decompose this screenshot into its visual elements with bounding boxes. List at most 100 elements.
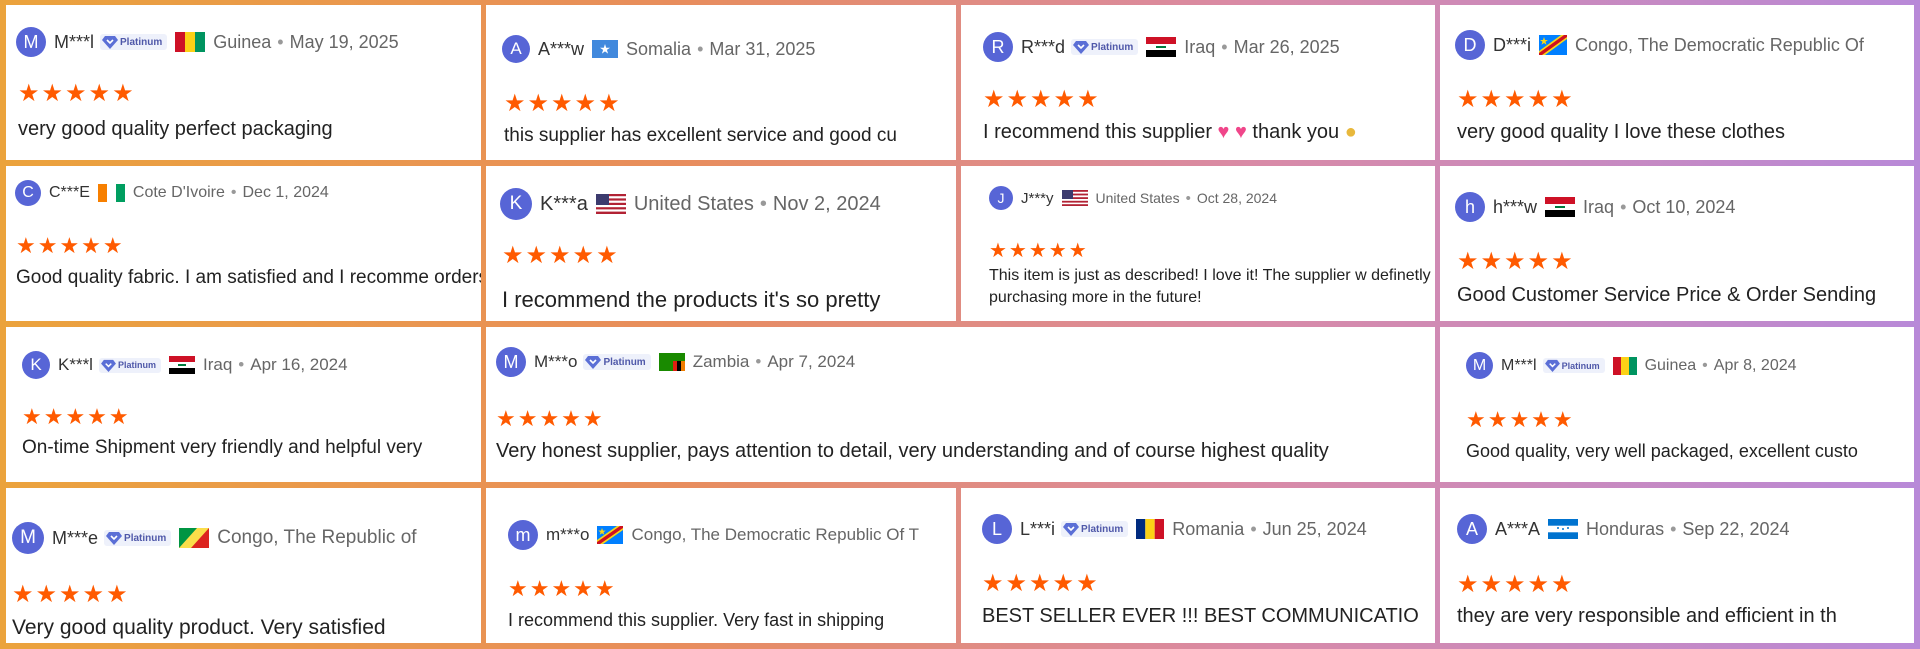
review-date: Apr 7, 2024 xyxy=(767,352,856,371)
avatar: L xyxy=(982,514,1012,544)
review-header: m m***o Congo, The Democratic Republic O… xyxy=(508,520,956,550)
review-text: BEST SELLER EVER !!! BEST COMMUNICATIO xyxy=(982,605,1419,627)
avatar: K xyxy=(500,188,532,220)
country: Iraq xyxy=(1583,196,1615,217)
review-header: L L***i Platinum Romania • Jun 25, 2024 xyxy=(982,514,1435,544)
review-text: Very good quality product. Very satisfie… xyxy=(12,616,386,639)
platinum-badge: Platinum xyxy=(1542,358,1605,373)
star-rating: ★★★★★ xyxy=(18,80,136,107)
country: Congo, The Democratic Republic Of xyxy=(1575,34,1864,55)
review-date: Dec 1, 2024 xyxy=(242,184,329,201)
flag-icon xyxy=(592,40,619,58)
avatar: D xyxy=(1455,30,1485,60)
reviewer-name: J***y xyxy=(1021,189,1054,207)
separator-dot: • xyxy=(230,184,237,201)
avatar: K xyxy=(22,351,50,379)
reviewer-name: M***e xyxy=(52,527,99,548)
star-rating: ★★★★★ xyxy=(982,570,1100,597)
review-date: Mar 31, 2025 xyxy=(709,38,816,59)
review-text-part: thank you xyxy=(1252,121,1340,143)
review-text: This item is just as described! I love i… xyxy=(989,267,1435,306)
badge-label: Platinum xyxy=(124,532,167,544)
star-rating: ★★★★★ xyxy=(1457,248,1575,275)
reviewer-name: A***w xyxy=(538,38,585,59)
review-date: Oct 10, 2024 xyxy=(1632,196,1736,217)
badge-label: Platinum xyxy=(120,36,163,48)
country: United States xyxy=(1095,190,1180,206)
diamond-icon xyxy=(102,36,119,49)
review-card: K K***l Platinum Iraq • Apr 16, 2024 ★★★… xyxy=(6,327,481,482)
diamond-icon xyxy=(1544,359,1560,372)
diamond-icon xyxy=(1073,41,1090,54)
reviewer-name: m***o xyxy=(546,525,590,544)
avatar: J xyxy=(989,186,1013,210)
star-rating: ★★★★★ xyxy=(983,86,1101,113)
review-header: h h***w Iraq • Oct 10, 2024 xyxy=(1455,192,1914,222)
separator-dot: • xyxy=(1221,36,1228,57)
separator-dot: • xyxy=(1702,356,1708,374)
flag-icon xyxy=(175,32,206,52)
flag-icon xyxy=(168,356,195,374)
review-card: A A***w Somalia • Mar 31, 2025 ★★★★★ thi… xyxy=(486,5,956,160)
star-rating: ★★★★★ xyxy=(504,90,622,117)
separator-dot: • xyxy=(1620,196,1627,217)
country: Iraq xyxy=(1184,36,1216,57)
review-card: M M***l Platinum Guinea • May 19, 2025 ★… xyxy=(6,5,481,160)
avatar: R xyxy=(983,32,1013,62)
star-rating: ★★★★★ xyxy=(508,576,617,601)
review-header: D D***i Congo, The Democratic Republic O… xyxy=(1455,30,1914,60)
flag-icon xyxy=(1612,356,1637,375)
platinum-badge: Platinum xyxy=(1061,521,1129,537)
flag-icon xyxy=(597,526,624,544)
platinum-badge: Platinum xyxy=(1071,39,1139,55)
reviewer-name: K***a xyxy=(540,192,588,215)
review-date: May 19, 2025 xyxy=(289,31,399,52)
star-rating: ★★★★★ xyxy=(1457,571,1575,598)
avatar: C xyxy=(15,180,41,206)
avatar: M xyxy=(12,522,44,554)
review-header: M M***e Platinum Congo, The Republic of xyxy=(12,522,481,554)
review-text-part: I recommend this supplier xyxy=(983,121,1212,143)
badge-label: Platinum xyxy=(1081,523,1124,535)
review-text: On-time Shipment very friendly and helpf… xyxy=(22,437,423,458)
review-date: Oct 28, 2024 xyxy=(1196,190,1278,206)
separator-dot: • xyxy=(1250,518,1257,539)
platinum-badge: Platinum xyxy=(100,34,168,50)
separator-dot: • xyxy=(759,192,767,215)
flag-icon xyxy=(595,194,626,214)
flag-icon xyxy=(1545,197,1576,217)
avatar: h xyxy=(1455,192,1485,222)
review-text: Good quality fabric. I am satisfied and … xyxy=(16,267,481,288)
badge-label: Platinum xyxy=(603,356,646,368)
star-rating: ★★★★★ xyxy=(989,240,1089,262)
country: Cote D'Ivoire xyxy=(132,184,225,201)
review-header: R R***d Platinum Iraq • Mar 26, 2025 xyxy=(983,32,1435,62)
review-text: I recommend this supplier. Very fast in … xyxy=(508,610,885,630)
flag-icon xyxy=(1146,37,1177,57)
star-rating: ★★★★★ xyxy=(16,233,125,258)
reviewer-name: R***d xyxy=(1021,36,1066,57)
avatar: M xyxy=(496,347,526,377)
country: Guinea xyxy=(213,31,272,52)
review-card: J J***y United States • Oct 28, 2024 ★★★… xyxy=(961,166,1435,321)
reviewer-name: M***l xyxy=(1501,356,1537,374)
star-rating: ★★★★★ xyxy=(1466,407,1575,432)
diamond-icon xyxy=(101,359,116,372)
reviewer-name: K***l xyxy=(58,355,93,374)
review-card: h h***w Iraq • Oct 10, 2024 ★★★★★ Good C… xyxy=(1440,166,1914,321)
country: United States xyxy=(633,192,754,215)
review-text: Good Customer Service Price & Order Send… xyxy=(1457,284,1877,306)
review-text: Good quality, very well packaged, excell… xyxy=(1466,441,1858,461)
flag-icon xyxy=(1548,519,1579,539)
review-header: K K***l Platinum Iraq • Apr 16, 2024 xyxy=(22,351,481,379)
reviewer-name: C***E xyxy=(49,184,90,201)
platinum-badge: Platinum xyxy=(104,530,172,546)
country: Zambia xyxy=(692,352,750,371)
review-card: M M***l Platinum Guinea • Apr 8, 2024 ★★… xyxy=(1440,327,1914,482)
review-text: I recommend this supplier ♥ ♥ thank you … xyxy=(983,121,1435,144)
flag-icon xyxy=(1061,190,1088,206)
country: Iraq xyxy=(202,355,233,374)
reviewer-name: A***A xyxy=(1495,518,1541,539)
review-text: very good quality perfect packaging xyxy=(18,118,333,140)
country: Romania xyxy=(1172,518,1245,539)
